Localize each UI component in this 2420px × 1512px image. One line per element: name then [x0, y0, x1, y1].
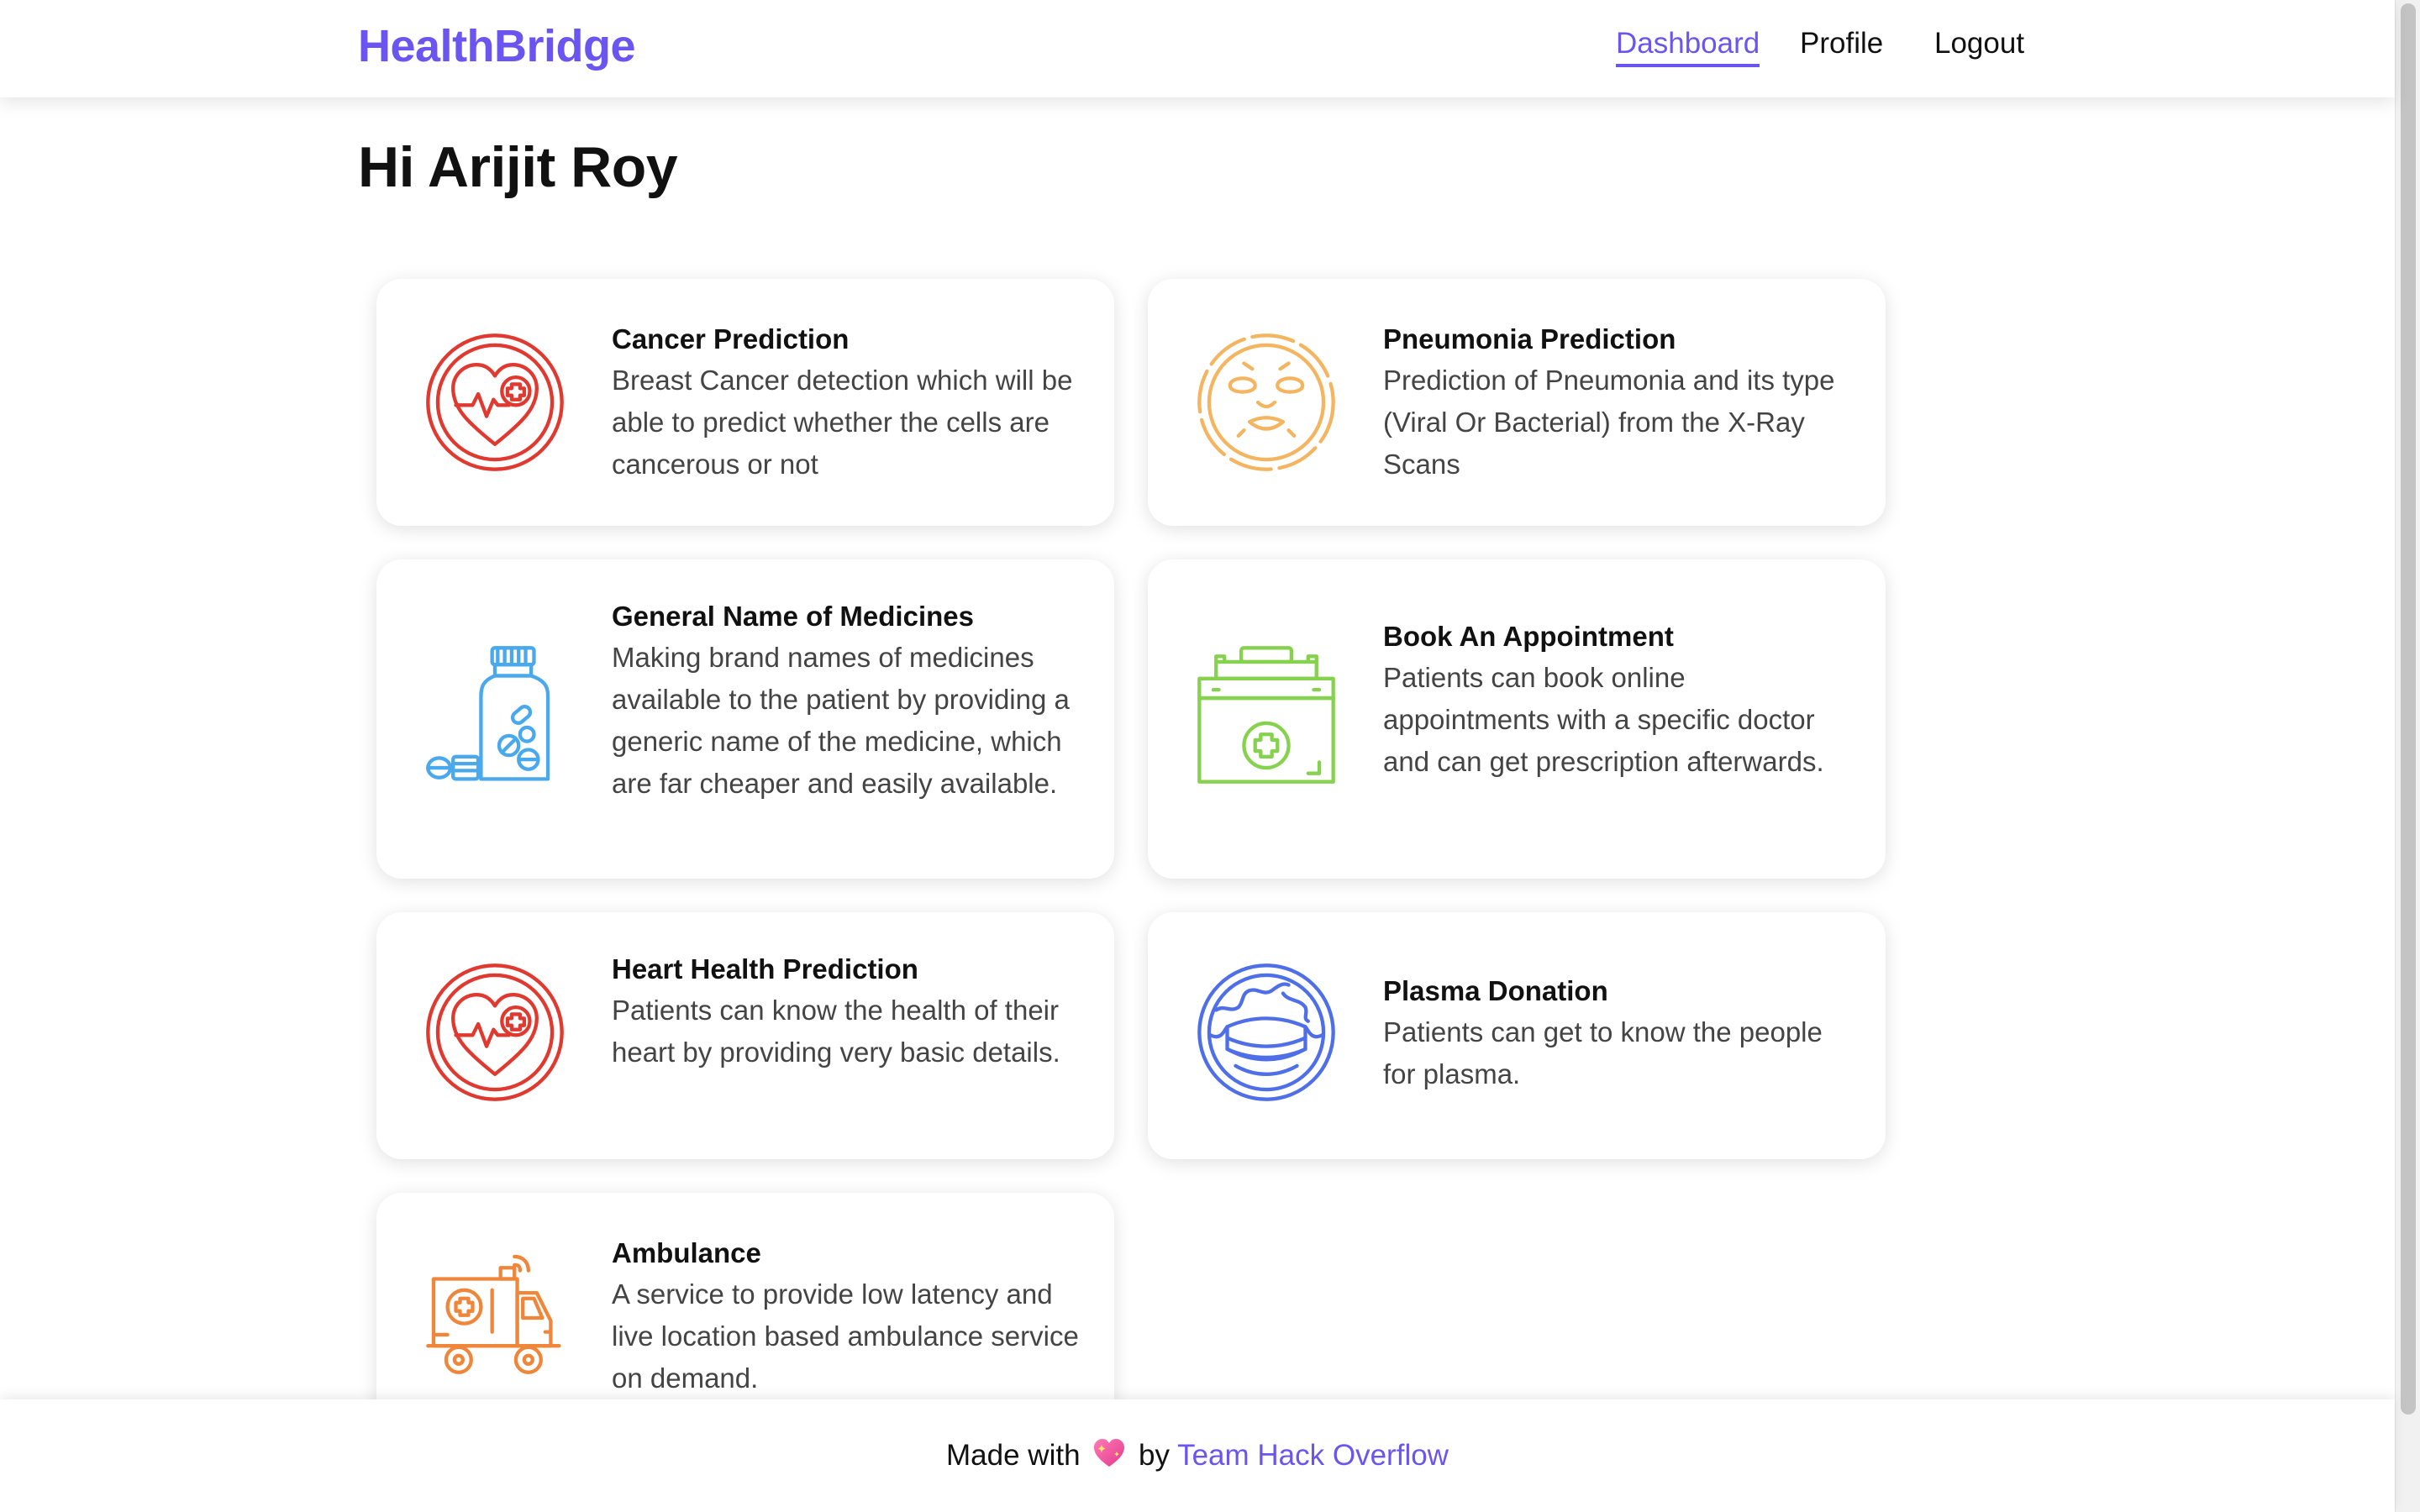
card-plasma-donation[interactable]: Plasma Donation Patients can get to know… [1148, 912, 1886, 1159]
card-generic-medicines[interactable]: General Name of Medicines Making brand n… [376, 559, 1114, 879]
card-text: Book An Appointment Patients can book on… [1383, 618, 1855, 783]
top-navbar: HealthBridge Dashboard Profile Logout [0, 0, 2395, 97]
card-description: Patients can know the health of their he… [612, 995, 1060, 1068]
footer-by: by [1139, 1438, 1170, 1472]
pill-bottle-icon [425, 645, 565, 785]
card-title: Cancer Prediction [612, 323, 850, 354]
card-heart-health[interactable]: Heart Health Prediction Patients can kno… [376, 912, 1114, 1159]
card-title: Heart Health Prediction [612, 953, 918, 984]
heart-medical-icon [425, 333, 565, 472]
globe-mask-icon [1197, 963, 1336, 1102]
ambulance-icon [425, 1248, 565, 1388]
card-book-appointment[interactable]: Book An Appointment Patients can book on… [1148, 559, 1886, 879]
card-text: Pneumonia Prediction Prediction of Pneum… [1383, 321, 1855, 486]
card-title: Ambulance [612, 1237, 761, 1268]
card-text: Plasma Donation Patients can get to know… [1383, 973, 1855, 1095]
footer: Made with by Team Hack Overflow [0, 1399, 2395, 1512]
card-description: Making brand names of medicines availabl… [612, 642, 1070, 799]
card-pneumonia-prediction[interactable]: Pneumonia Prediction Prediction of Pneum… [1148, 279, 1886, 526]
nav-logout-link[interactable]: Logout [1934, 27, 2024, 60]
card-title: General Name of Medicines [612, 601, 974, 632]
nav-dashboard-link[interactable]: Dashboard [1616, 27, 1760, 67]
card-text: General Name of Medicines Making brand n… [612, 598, 1084, 805]
brand-logo[interactable]: HealthBridge [358, 20, 636, 72]
card-title: Plasma Donation [1383, 975, 1608, 1006]
card-title: Book An Appointment [1383, 621, 1674, 652]
card-description: A service to provide low latency and liv… [612, 1278, 1079, 1394]
footer-made-with: Made with [946, 1438, 1081, 1472]
nav-profile-link[interactable]: Profile [1800, 27, 1883, 60]
page-scrollbar[interactable] [2395, 0, 2420, 1512]
scrollbar-thumb[interactable] [2401, 3, 2416, 1415]
card-text: Ambulance A service to provide low laten… [612, 1235, 1084, 1399]
card-description: Prediction of Pneumonia and its type (Vi… [1383, 365, 1835, 480]
page-greeting: Hi Arijit Roy [358, 135, 678, 199]
card-text: Cancer Prediction Breast Cancer detectio… [612, 321, 1084, 486]
card-description: Patients can book online appointments wi… [1383, 662, 1824, 777]
card-description: Patients can get to know the people for … [1383, 1016, 1823, 1089]
sparkling-heart-icon [1092, 1436, 1127, 1478]
card-text: Heart Health Prediction Patients can kno… [612, 951, 1084, 1074]
heart-medical-icon [425, 963, 565, 1102]
card-title: Pneumonia Prediction [1383, 323, 1676, 354]
first-aid-kit-icon [1197, 645, 1336, 785]
card-description: Breast Cancer detection which will be ab… [612, 365, 1073, 480]
face-mask-icon [1197, 333, 1336, 472]
team-link[interactable]: Team Hack Overflow [1177, 1439, 1449, 1472]
card-cancer-prediction[interactable]: Cancer Prediction Breast Cancer detectio… [376, 279, 1114, 526]
